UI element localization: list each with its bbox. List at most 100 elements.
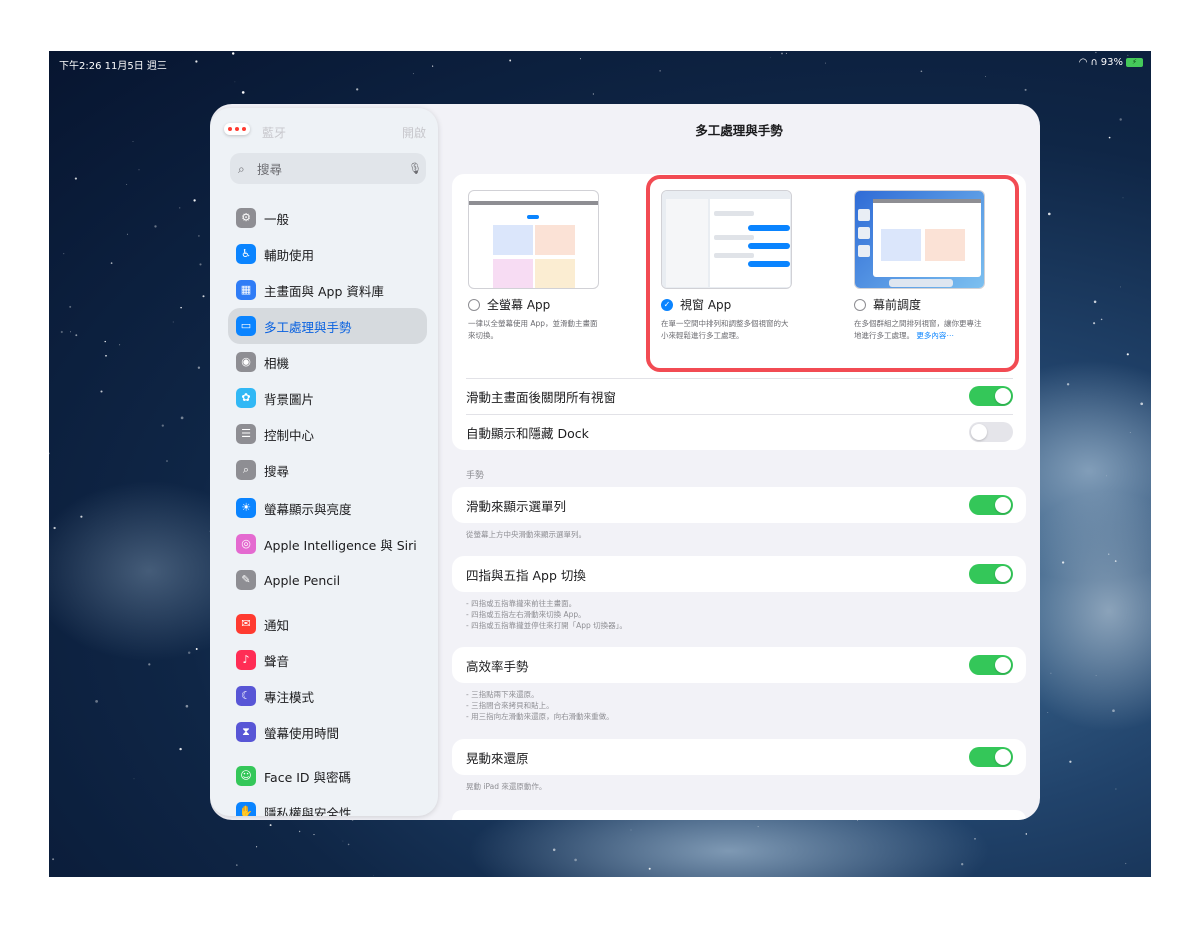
star — [70, 331, 72, 333]
mode-radio-line[interactable]: 全螢幕 App — [468, 296, 550, 313]
sidebar-item[interactable]: ⌕ 搜尋 — [228, 452, 427, 488]
row-label: 四指與五指 App 切換 — [466, 567, 586, 583]
sidebar-item[interactable]: ☾ 專注模式 — [228, 678, 427, 714]
sidebar-item[interactable]: ♿ 輔助使用 — [228, 236, 427, 272]
star — [1100, 318, 1103, 321]
star — [1095, 51, 1097, 54]
sidebar-item[interactable]: ⧗ 螢幕使用時間 — [228, 714, 427, 750]
footnote-line: 從螢幕上方中央滑動來顯示選單列。 — [466, 530, 586, 539]
star — [1050, 672, 1052, 674]
star — [80, 515, 83, 518]
sidebar-item[interactable]: ✎ Apple Pencil — [228, 562, 427, 598]
star — [231, 52, 235, 55]
star — [592, 93, 595, 95]
star — [1140, 402, 1144, 406]
star — [193, 199, 196, 202]
mode-label: 幕前調度 — [873, 298, 922, 312]
star — [185, 704, 189, 708]
star — [166, 460, 168, 462]
mode-windowed-apps[interactable]: ✓ 視窗 App 在單一空間中排列和調整多個視窗的大小來輕鬆進行多工處理。 — [645, 174, 795, 374]
home-screen-icon: ▦ — [236, 280, 256, 300]
mode-radio-line[interactable]: 幕前調度 — [854, 296, 921, 313]
toggle-switch[interactable] — [969, 747, 1013, 767]
star — [1129, 432, 1131, 433]
radio-unchecked-icon[interactable] — [468, 298, 480, 311]
toggle-switch[interactable] — [969, 386, 1013, 406]
microphone-icon[interactable]: 🎙 — [408, 162, 422, 175]
sidebar-item[interactable]: ☀ 螢幕顯示與亮度 — [228, 490, 427, 526]
radio-checked-icon[interactable]: ✓ — [661, 298, 673, 311]
star — [179, 207, 181, 209]
face-id-icon: ☺ — [236, 766, 256, 786]
row-shake-to-undo[interactable]: 晃動來還原 — [452, 739, 1026, 775]
mode-radio-line[interactable]: ✓ 視窗 App — [661, 296, 731, 313]
star — [60, 330, 63, 334]
headphones-icon: ∩ — [1090, 57, 1098, 68]
star — [180, 306, 182, 309]
star — [195, 648, 198, 650]
sidebar-item[interactable]: ▭ 多工處理與手勢 — [228, 308, 427, 344]
toggle-switch[interactable] — [969, 564, 1013, 584]
radio-unchecked-icon[interactable] — [854, 298, 866, 311]
row-four-five-finger-switch[interactable]: 四指與五指 App 切換 — [452, 556, 1026, 592]
row-close-windows-on-swipe[interactable]: 滑動主畫面後關閉所有視窗 — [452, 378, 1026, 414]
star — [1025, 833, 1028, 835]
row-productivity-gestures[interactable]: 高效率手勢 — [452, 647, 1026, 683]
sidebar-item-label: Apple Intelligence 與 Siri — [264, 537, 417, 553]
star — [857, 820, 858, 821]
row-auto-hide-dock[interactable]: 自動顯示和隱藏 Dock — [452, 414, 1026, 450]
privacy-hand-icon: ✋ — [236, 802, 256, 816]
row-label: 晃動來還原 — [466, 750, 529, 766]
status-time-date: 下午2:26 11月5日 週三 — [59, 61, 167, 72]
mode-preview-image[interactable] — [468, 190, 599, 289]
row-swipe-menu-bar[interactable]: 滑動來顯示選單列 — [452, 487, 1026, 523]
sidebar-item[interactable]: ▦ 主畫面與 App 資料庫 — [228, 272, 427, 308]
row-label: 高效率手勢 — [466, 658, 529, 674]
sidebar-item[interactable]: ✋ 隱私權與安全性 — [228, 794, 427, 816]
sidebar-item[interactable]: ✉ 通知 — [228, 606, 427, 642]
sidebar-item[interactable]: ☺ Face ID 與密碼 — [228, 758, 427, 794]
search-placeholder: 搜尋 — [257, 162, 283, 177]
mode-preview-image[interactable] — [661, 190, 792, 289]
mode-stage-manager[interactable]: 幕前調度在多個群組之間排列視窗，讓你更專注地進行多工處理。 更多內容⋯ — [838, 174, 988, 374]
row-footnote: 晃動 iPad 來還原動作。 — [466, 781, 546, 792]
toggle-switch[interactable] — [969, 655, 1013, 675]
star — [63, 253, 65, 255]
window-menu-dots[interactable] — [224, 123, 250, 135]
sidebar-item-label: 相機 — [264, 355, 290, 371]
star — [138, 169, 140, 171]
sidebar-item-label: 聲音 — [264, 653, 290, 669]
more-info-link[interactable]: 更多內容⋯ — [916, 331, 954, 340]
star — [104, 340, 106, 343]
star — [154, 225, 157, 228]
sidebar-item-label: 通知 — [264, 617, 290, 633]
star — [1069, 760, 1072, 763]
sidebar-item[interactable]: ⚙ 一般 — [228, 200, 427, 236]
battery-icon: ⚡ — [1126, 58, 1143, 67]
mode-preview-image[interactable] — [854, 190, 985, 289]
star — [161, 424, 164, 427]
sidebar-item-label: 專注模式 — [264, 689, 315, 705]
search-icon: ⌕ — [236, 460, 256, 480]
toggle-switch[interactable] — [969, 422, 1013, 442]
screen-time-icon: ⧗ — [236, 722, 256, 742]
sidebar-item[interactable]: ☰ 控制中心 — [228, 416, 427, 452]
star — [313, 834, 315, 836]
sidebar-item[interactable]: ◉ 相機 — [228, 344, 427, 380]
star — [1095, 675, 1097, 677]
sidebar-item[interactable]: ◎ Apple Intelligence 與 Siri — [228, 526, 427, 562]
star — [236, 864, 238, 866]
sidebar-item[interactable]: ✿ 背景圖片 — [228, 380, 427, 416]
star — [49, 452, 50, 455]
sidebar-item[interactable]: ♪ 聲音 — [228, 642, 427, 678]
toggle-switch[interactable] — [969, 495, 1013, 515]
star — [202, 295, 205, 298]
mode-label: 視窗 App — [680, 298, 732, 312]
sidebar-search-field[interactable]: ⌕ 搜尋 🎙 — [230, 153, 426, 184]
star — [1024, 88, 1027, 91]
mode-description: 在多個群組之間排列視窗，讓你更專注地進行多工處理。 更多內容⋯ — [854, 319, 982, 340]
sidebar-faded-bluetooth-row[interactable]: 藍牙 開啟 — [236, 124, 426, 141]
star — [1066, 383, 1070, 386]
mode-fullscreen-apps[interactable]: 全螢幕 App 一律以全螢幕使用 App，並滑動主畫面來切換。 — [452, 174, 602, 374]
star — [509, 59, 512, 62]
